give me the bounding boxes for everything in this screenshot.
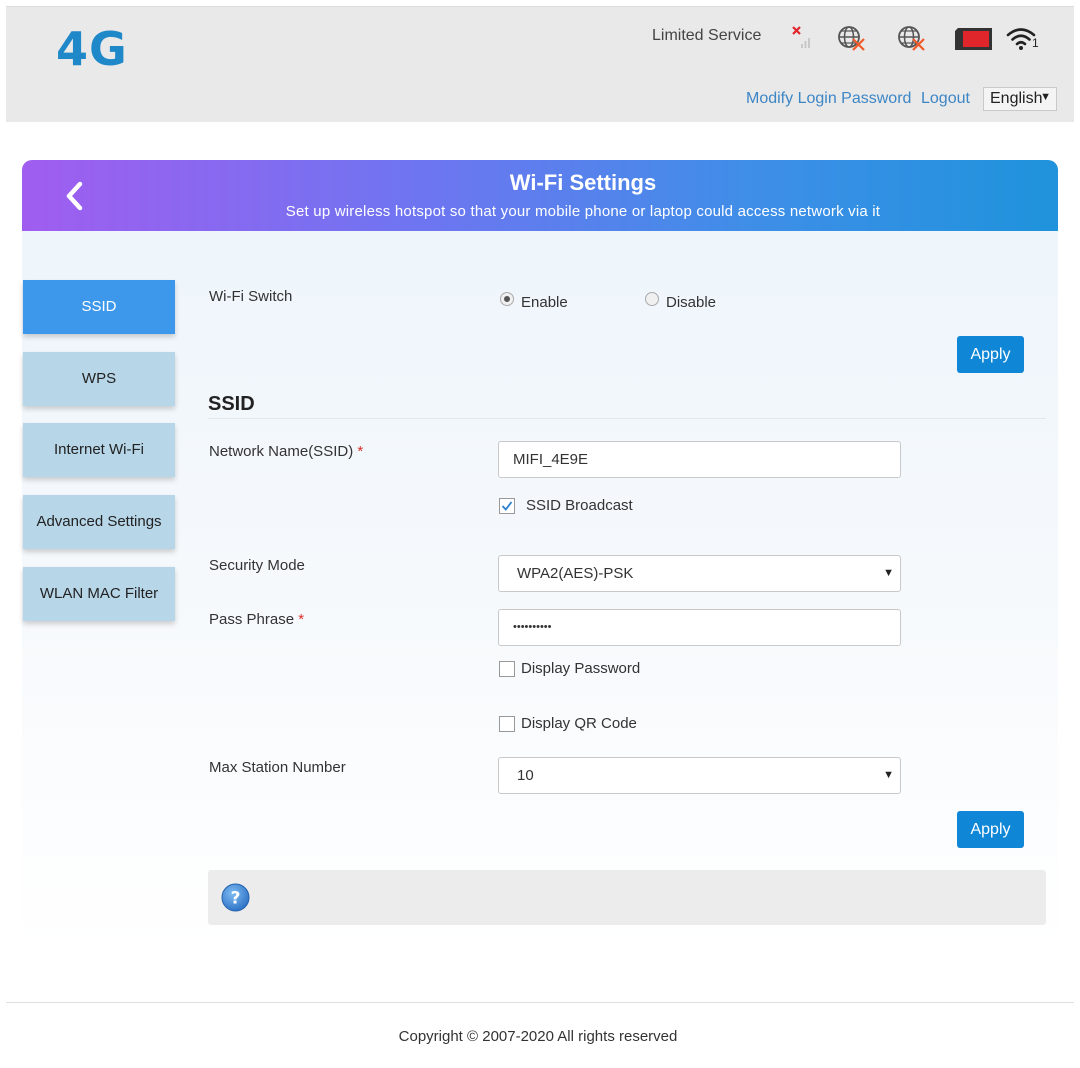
language-select[interactable]: English ▼ (983, 87, 1057, 111)
ssid-broadcast-checkbox[interactable] (499, 498, 515, 514)
copyright-text: Copyright © 2007-2020 All rights reserve… (398, 1028, 678, 1045)
ssid-broadcast-label: SSID Broadcast (526, 497, 633, 514)
security-mode-value: WPA2(AES)-PSK (517, 565, 634, 582)
section-divider (208, 418, 1046, 419)
network-name-label: Network Name(SSID) * (209, 443, 363, 460)
help-icon[interactable]: ? (221, 883, 250, 912)
security-mode-select[interactable]: WPA2(AES)-PSK ▼ (498, 555, 901, 592)
page-subtitle: Set up wireless hotspot so that your mob… (285, 203, 881, 220)
wifi-enable-radio[interactable] (500, 292, 514, 306)
wifi-disable-radio[interactable] (645, 292, 659, 306)
max-station-value: 10 (517, 767, 534, 784)
page-title: Wi-Fi Settings (509, 170, 657, 195)
network-name-label-text: Network Name(SSID) (209, 443, 354, 460)
max-station-label: Max Station Number (209, 759, 346, 776)
signal-none-icon (792, 26, 810, 48)
pass-phrase-input[interactable]: •••••••••• (498, 609, 901, 646)
logo: 4G (56, 22, 128, 76)
language-select-value: English (990, 90, 1043, 107)
required-mark: * (357, 443, 364, 460)
display-password-checkbox[interactable] (499, 661, 515, 677)
globe-disconnected-icon (838, 26, 865, 51)
sidebar-item-ssid[interactable]: SSID (23, 280, 175, 334)
wifi-client-count: 1 (1032, 36, 1039, 50)
security-mode-label: Security Mode (209, 557, 305, 574)
sidebar-item-internet-wifi[interactable]: Internet Wi-Fi (23, 423, 175, 477)
dropdown-caret-icon: ▼ (883, 567, 894, 579)
dropdown-caret-icon: ▼ (883, 769, 894, 781)
top-header (6, 6, 1074, 122)
display-qr-code-label: Display QR Code (521, 715, 637, 732)
sidebar-item-advanced-settings[interactable]: Advanced Settings (23, 495, 175, 549)
svg-text:?: ? (231, 889, 241, 909)
ssid-section-title: SSID (208, 393, 255, 415)
required-mark: * (298, 611, 305, 628)
wifi-switch-apply-button[interactable]: Apply (957, 336, 1024, 373)
sidebar-item-wlan-mac-filter[interactable]: WLAN MAC Filter (23, 567, 175, 621)
modify-login-password-link[interactable]: Modify Login Password (746, 90, 911, 108)
globe-disconnected-icon (898, 26, 925, 51)
wifi-switch-label: Wi-Fi Switch (209, 288, 293, 305)
ssid-apply-button[interactable]: Apply (957, 811, 1024, 848)
sidebar-item-wps[interactable]: WPS (23, 352, 175, 406)
network-name-input[interactable]: MIFI_4E9E (498, 441, 901, 478)
wifi-enable-label: Enable (521, 294, 568, 311)
pass-phrase-label: Pass Phrase * (209, 611, 304, 628)
display-password-label: Display Password (521, 660, 641, 677)
battery-icon (955, 28, 992, 50)
checkmark-icon (501, 501, 513, 511)
max-station-select[interactable]: 10 ▼ (498, 757, 901, 794)
dropdown-caret-icon: ▼ (1040, 91, 1051, 103)
network-status-text: Limited Service (652, 27, 762, 44)
wifi-disable-label: Disable (666, 294, 717, 311)
display-qr-code-checkbox[interactable] (499, 716, 515, 732)
pass-phrase-label-text: Pass Phrase (209, 611, 295, 628)
logout-link[interactable]: Logout (921, 90, 970, 108)
footer-divider (6, 1002, 1074, 1003)
help-bar (208, 870, 1046, 925)
